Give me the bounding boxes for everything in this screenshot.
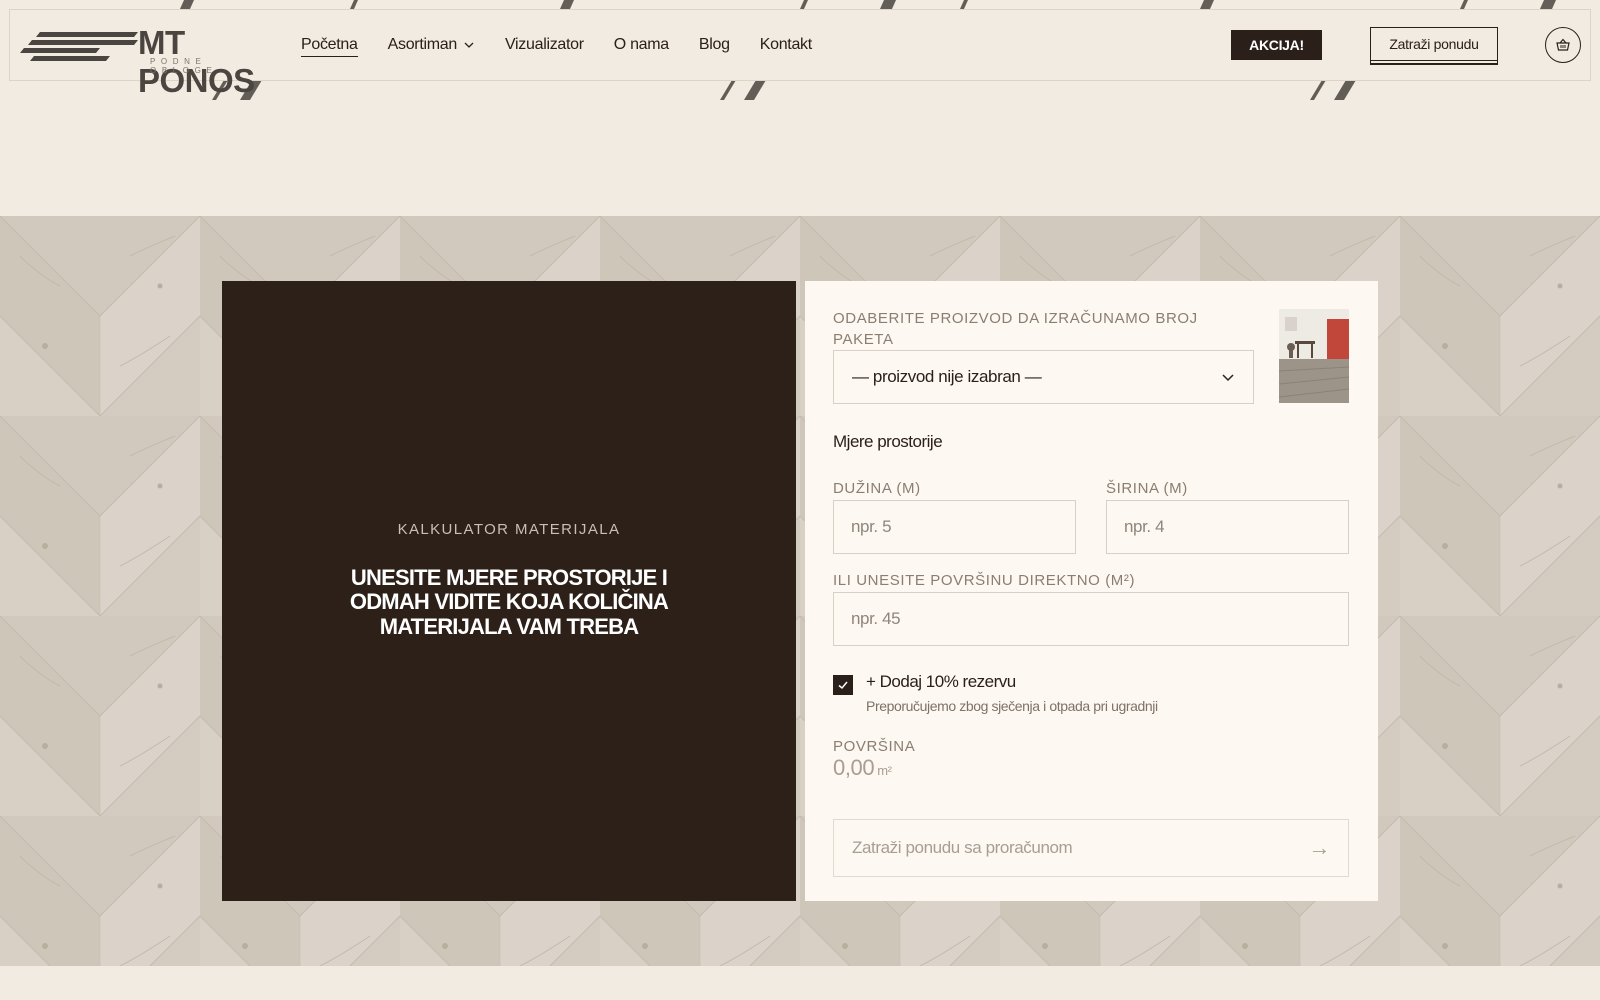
logo-mark-icon [20,32,138,61]
area-result: 0,00 m² [833,755,892,781]
calculator-section: KALKULATOR MATERIJALA UNESITE MJERE PROS… [0,216,1600,966]
nav-item-blog[interactable]: Blog [699,36,730,54]
area-direct-input[interactable] [833,592,1349,646]
calculator-form: ODABERITE PROIZVOD DA IZRAČUNAMO BROJ PA… [805,281,1378,901]
area-direct-label: ILI UNESITE POVRŠINU DIREKTNO (M²) [833,572,1136,589]
calculator-heading: UNESITE MJERE PROSTORIJE I ODMAH VIDITE … [349,564,669,639]
nav-item-kontakt[interactable]: Kontakt [760,36,812,54]
calculator-intro-panel: KALKULATOR MATERIJALA UNESITE MJERE PROS… [222,281,796,901]
reserve-hint: Preporučujemo zbog sječenja i otpada pri… [866,698,1158,714]
site-header: MT PONOS PODNE OBLOGE Početna Asortiman … [9,9,1591,99]
area-result-unit: m² [877,763,892,778]
reserve-label[interactable]: + Dodaj 10% rezervu [866,672,1016,692]
nav-item-asortiman[interactable]: Asortiman [388,36,475,54]
nav-item-pocetna[interactable]: Početna [301,36,358,57]
product-thumbnail [1279,309,1349,403]
nav-item-vizualizator[interactable]: Vizualizator [505,36,584,54]
product-select[interactable]: — proizvod nije izabran — [833,350,1254,404]
request-offer-button[interactable]: Zatraži ponudu [1370,27,1498,61]
area-result-value: 0,00 [833,755,875,780]
nav-item-label: Asortiman [387,36,458,53]
brand-tagline: PODNE OBLOGE [150,57,218,75]
brand-logo[interactable]: MT PONOS PODNE OBLOGE [20,24,260,99]
cart-button[interactable] [1545,27,1581,63]
length-label: DUŽINA (M) [833,480,921,497]
area-result-label: POVRŠINA [833,738,916,755]
product-select-label: ODABERITE PROIZVOD DA IZRAČUNAMO BROJ PA… [833,310,1198,348]
product-select-value: — proizvod nije izabran — [852,367,1042,386]
reserve-checkbox[interactable] [833,675,853,695]
chevron-down-icon [1222,374,1234,382]
request-quote-label: Zatraži ponudu sa proračunom [852,838,1073,857]
check-icon [838,681,848,690]
akcija-button[interactable]: AKCIJA! [1231,30,1322,60]
nav-item-o-nama[interactable]: O nama [614,36,669,54]
basket-icon [1556,38,1570,51]
length-input[interactable] [833,500,1076,554]
width-input[interactable] [1106,500,1349,554]
chevron-down-icon [464,42,474,48]
width-label: ŠIRINA (M) [1106,480,1188,497]
arrow-right-icon: → [1308,835,1330,860]
main-nav: Početna Asortiman Vizualizator O nama Bl… [301,10,812,80]
room-dimensions-title: Mjere prostorije [833,432,943,451]
calculator-eyebrow: KALKULATOR MATERIJALA [397,520,621,538]
request-quote-button[interactable]: Zatraži ponudu sa proračunom → [833,819,1349,877]
